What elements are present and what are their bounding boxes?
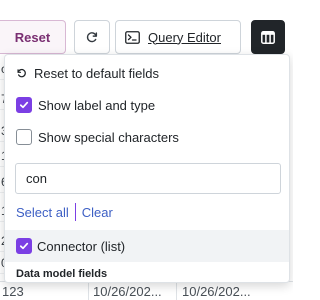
reset-icon	[17, 68, 26, 78]
table-view-button[interactable]	[251, 20, 285, 54]
reset-to-default-fields-item[interactable]: Reset to default fields	[5, 59, 289, 87]
refresh-icon	[86, 32, 98, 43]
field-option-connector-list[interactable]: Connector (list)	[5, 230, 289, 262]
terminal-icon	[125, 30, 140, 44]
query-editor-label: Query Editor	[148, 29, 221, 45]
toolbar: Reset Query Editor	[0, 0, 293, 54]
reset-button[interactable]: Reset	[0, 20, 66, 54]
field-option-label: Connector (list)	[37, 238, 126, 254]
checkmark-icon	[19, 101, 29, 109]
table-cell-date: 10/26/202...	[176, 282, 266, 300]
reset-button-label: Reset	[14, 29, 51, 45]
app-root: c 7 3 1 6 1 2 0 123 10/26/202... 10/26/2…	[0, 0, 293, 300]
show-label-and-type-toggle[interactable]: Show label and type	[5, 91, 289, 119]
checkbox-unchecked[interactable]	[16, 129, 32, 145]
data-model-fields-header: Data model fields	[16, 268, 108, 280]
show-special-characters-label: Show special characters	[38, 129, 179, 145]
reset-to-default-fields-label: Reset to default fields	[34, 65, 160, 81]
table-cell-date: 10/26/202...	[88, 282, 174, 300]
field-selector-dropdown: Reset to default fields Show label and t…	[4, 54, 290, 283]
show-label-and-type-label: Show label and type	[38, 97, 156, 113]
checkmark-icon	[19, 242, 29, 250]
link-divider	[74, 203, 76, 221]
refresh-button[interactable]	[74, 20, 110, 54]
table-row[interactable]: 123 10/26/202... 10/26/202...	[0, 281, 293, 300]
checkbox-checked[interactable]	[16, 97, 32, 113]
show-special-characters-toggle[interactable]: Show special characters	[5, 123, 289, 151]
table-cell-id: 123	[2, 284, 24, 299]
table-icon	[261, 30, 275, 44]
query-editor-button[interactable]: Query Editor	[115, 20, 241, 54]
field-search-input[interactable]	[15, 163, 281, 194]
selection-links: Select all Clear	[16, 201, 113, 223]
clear-link[interactable]: Clear	[82, 205, 113, 220]
checkbox-checked[interactable]	[16, 238, 32, 254]
select-all-link[interactable]: Select all	[16, 205, 69, 220]
